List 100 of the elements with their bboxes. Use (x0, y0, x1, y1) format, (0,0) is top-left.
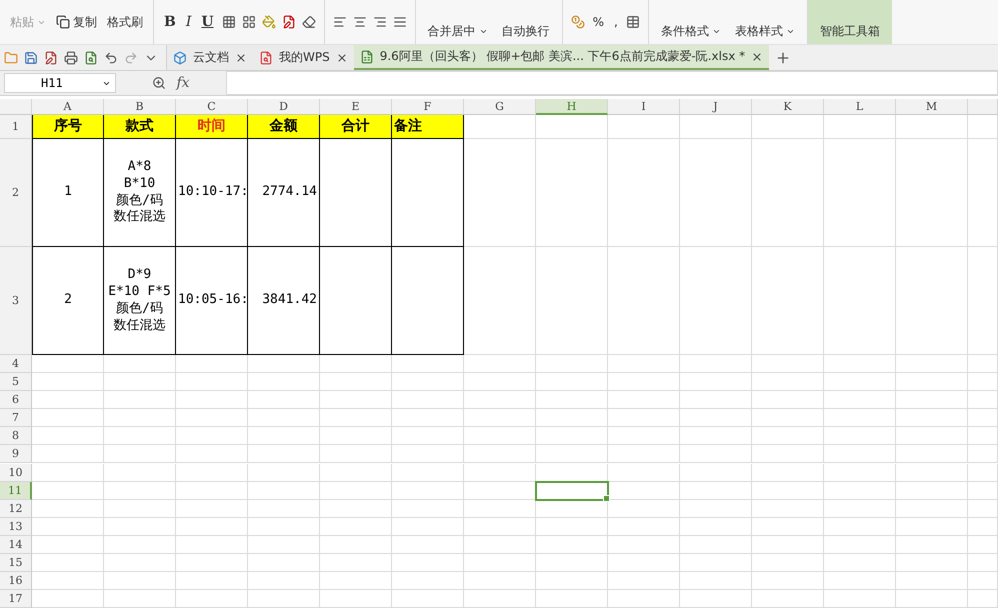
empty-cell (320, 518, 392, 536)
borders-icon[interactable] (222, 15, 236, 29)
empty-cell (104, 355, 176, 374)
fill-color-icon[interactable] (262, 15, 276, 29)
column-header[interactable]: B (104, 99, 176, 115)
empty-cell (176, 373, 248, 392)
table-cell: 合计 (320, 115, 392, 140)
align-left-icon[interactable] (332, 15, 347, 29)
fill-handle[interactable] (603, 494, 610, 502)
row-header[interactable]: 15 (0, 554, 32, 572)
print-icon[interactable] (64, 50, 78, 64)
table-cell: 款式 (104, 115, 176, 140)
row-header[interactable]: 7 (0, 409, 32, 428)
cell-style-icon[interactable] (242, 15, 256, 29)
align-right-icon[interactable] (372, 15, 387, 29)
row-header[interactable]: 17 (0, 590, 32, 608)
empty-cell (176, 572, 248, 590)
document-tab[interactable]: 云文档 (167, 45, 253, 70)
column-header[interactable]: M (896, 99, 968, 115)
print-preview-icon[interactable] (84, 50, 98, 64)
empty-cell (680, 554, 752, 572)
column-header[interactable]: H (536, 99, 608, 115)
empty-cell (752, 391, 824, 410)
empty-cell (104, 445, 176, 464)
row-header[interactable]: 9 (0, 445, 32, 464)
column-header[interactable]: A (32, 99, 104, 115)
format-painter-button[interactable]: 格式刷 (105, 14, 145, 30)
empty-cell (896, 554, 968, 572)
column-header[interactable]: L (824, 99, 896, 115)
wrap-text-button[interactable]: 自动换行 (498, 4, 554, 40)
empty-cell (680, 391, 752, 410)
close-icon[interactable] (751, 50, 764, 62)
selected-cell[interactable] (536, 482, 608, 500)
undo-icon[interactable] (104, 50, 118, 64)
merge-center-button[interactable]: 合并居中 (424, 4, 492, 40)
row-header[interactable]: 10 (0, 464, 32, 482)
close-icon[interactable] (235, 52, 247, 64)
style-button[interactable]: 表格样式 (730, 4, 799, 40)
row-header[interactable]: 5 (0, 373, 32, 392)
eraser-icon[interactable] (302, 15, 316, 29)
empty-cell (752, 518, 824, 536)
empty-cell (824, 409, 896, 428)
zoom-icon[interactable] (152, 76, 166, 90)
table-cell: 备注 (392, 115, 464, 140)
number-format-button[interactable]: , (612, 15, 620, 29)
align-center-icon[interactable] (352, 15, 367, 29)
document-tab[interactable]: 我的WPS (253, 45, 354, 70)
column-header[interactable]: D (248, 99, 320, 115)
function-label[interactable]: fx (176, 75, 190, 91)
save-icon[interactable] (24, 50, 38, 64)
empty-cell (680, 427, 752, 446)
empty-cell (176, 391, 248, 410)
empty-cell (608, 409, 680, 428)
column-header[interactable]: C (176, 99, 248, 115)
row-header[interactable]: 4 (0, 355, 32, 374)
currency-icon[interactable] (570, 15, 585, 29)
empty-cell (104, 409, 176, 428)
document-tab[interactable]: 9.6阿里（回头客） 假聊+包邮 美滨... 下午6点前完成蒙爱-阮.xlsx * (354, 45, 770, 70)
justify-icon[interactable] (392, 15, 407, 29)
empty-cell (608, 590, 680, 608)
row-header[interactable]: 1 (0, 115, 32, 140)
empty-cell (464, 355, 536, 374)
row-header[interactable]: 8 (0, 427, 32, 446)
column-header[interactable]: J (680, 99, 752, 115)
empty-cell (824, 554, 896, 572)
empty-cell (464, 427, 536, 446)
empty-cell (896, 536, 968, 554)
row-header[interactable]: 11 (0, 482, 32, 500)
style-button[interactable]: 条件格式 (656, 4, 725, 40)
formula-input[interactable] (226, 71, 998, 95)
empty-cell (968, 409, 998, 428)
row-header[interactable]: 13 (0, 518, 32, 536)
font-style-button[interactable]: U (199, 14, 216, 30)
copy-button[interactable]: 复制 (54, 14, 99, 30)
close-icon[interactable] (336, 52, 348, 64)
row-header[interactable]: 3 (0, 247, 32, 356)
empty-cell (968, 445, 998, 464)
spreadsheet-icon[interactable] (360, 50, 374, 64)
empty-cell (392, 536, 464, 554)
empty-cell (104, 518, 176, 536)
empty-cell (464, 391, 536, 410)
column-header[interactable]: F (392, 99, 464, 115)
column-header[interactable]: G (464, 99, 536, 115)
row-header[interactable]: 6 (0, 391, 32, 410)
row-header[interactable]: 16 (0, 572, 32, 590)
row-header[interactable]: 14 (0, 536, 32, 554)
empty-cell (968, 464, 998, 482)
name-box[interactable]: H11 (4, 73, 116, 93)
row-header[interactable]: 12 (0, 500, 32, 518)
column-header[interactable]: I (608, 99, 680, 115)
export-icon[interactable] (44, 50, 58, 64)
cube-icon[interactable] (173, 50, 187, 64)
font-style-button[interactable]: B (162, 14, 178, 30)
empty-cell (320, 482, 392, 500)
empty-cell (248, 427, 320, 446)
row-header[interactable]: 2 (0, 139, 32, 248)
number-format-button[interactable]: % (590, 15, 606, 29)
column-header[interactable]: E (320, 99, 392, 115)
font-style-button[interactable]: I (184, 14, 194, 30)
column-header[interactable]: K (752, 99, 824, 115)
